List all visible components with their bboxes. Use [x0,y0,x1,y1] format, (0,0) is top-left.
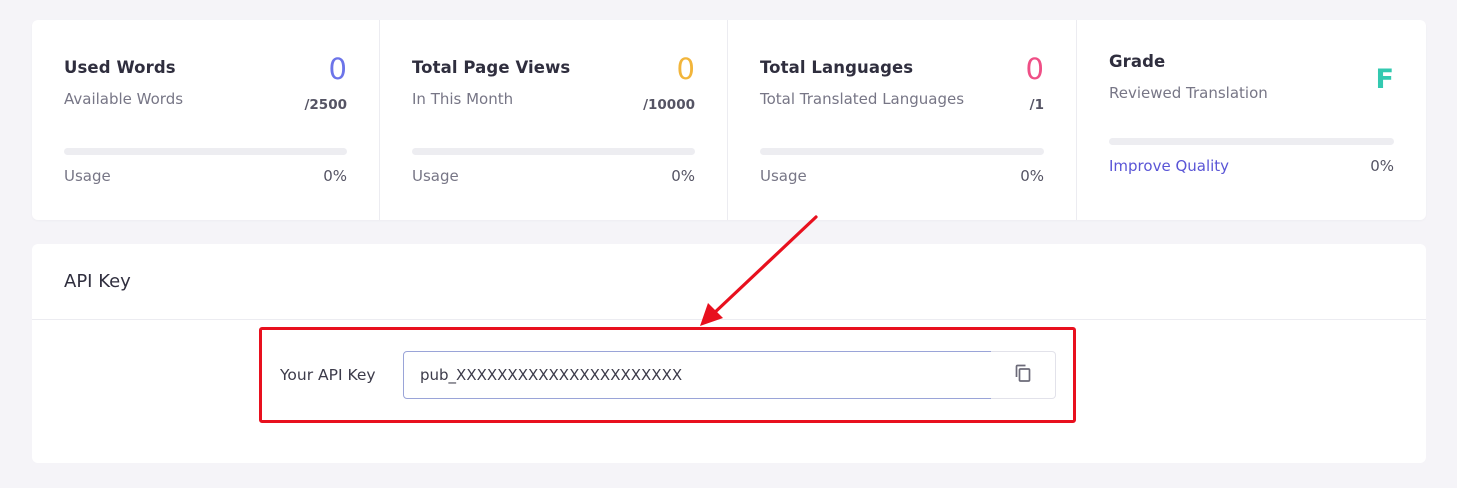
stat-used-words: Used Words Available Words 0 /2500 Usage… [32,20,380,220]
quality-progress-bar [1109,138,1394,145]
stat-subtitle: In This Month [412,90,514,108]
copy-icon [1013,363,1033,387]
usage-label: Usage [64,167,111,185]
copy-button[interactable] [991,351,1056,399]
stat-languages: Total Languages Total Translated Languag… [728,20,1077,220]
quality-percent: 0% [1370,157,1394,175]
stat-subtitle: Available Words [64,90,184,108]
stat-value: 0 [676,52,695,86]
stat-title: Total Languages [760,58,914,77]
api-key-header: API Key [32,244,1426,320]
dashboard: Used Words Available Words 0 /2500 Usage… [0,0,1457,488]
improve-quality-link-wrap: Improve Quality [1109,157,1229,175]
usage-label: Usage [412,167,459,185]
stat-limit: /2500 [304,97,347,113]
usage-progress-bar [412,148,695,155]
stat-value: 0 [1025,52,1044,86]
usage-percent: 0% [323,167,347,185]
usage-percent: 0% [671,167,695,185]
api-key-label: Your API Key [280,366,376,384]
stat-title: Grade [1109,52,1166,71]
stat-title: Total Page Views [412,58,571,77]
stat-limit: /10000 [643,97,695,113]
api-key-title: API Key [64,271,131,292]
stat-page-views: Total Page Views In This Month 0 /10000 … [380,20,728,220]
usage-label: Usage [760,167,807,185]
usage-progress-bar [64,148,347,155]
stat-limit: /1 [1029,97,1044,113]
api-key-card: API Key Your API Key [32,244,1426,463]
stat-subtitle: Reviewed Translation [1109,84,1268,102]
improve-quality-link[interactable]: Improve Quality [1109,157,1229,175]
api-key-input[interactable] [403,351,992,399]
usage-progress-bar [760,148,1044,155]
grade-value: F [1375,64,1394,95]
usage-percent: 0% [1020,167,1044,185]
stat-title: Used Words [64,58,176,77]
stat-subtitle: Total Translated Languages [760,90,965,108]
stat-value: 0 [328,52,347,86]
stat-grade: Grade Reviewed Translation F Improve Qua… [1077,20,1426,220]
stats-card: Used Words Available Words 0 /2500 Usage… [32,20,1426,220]
